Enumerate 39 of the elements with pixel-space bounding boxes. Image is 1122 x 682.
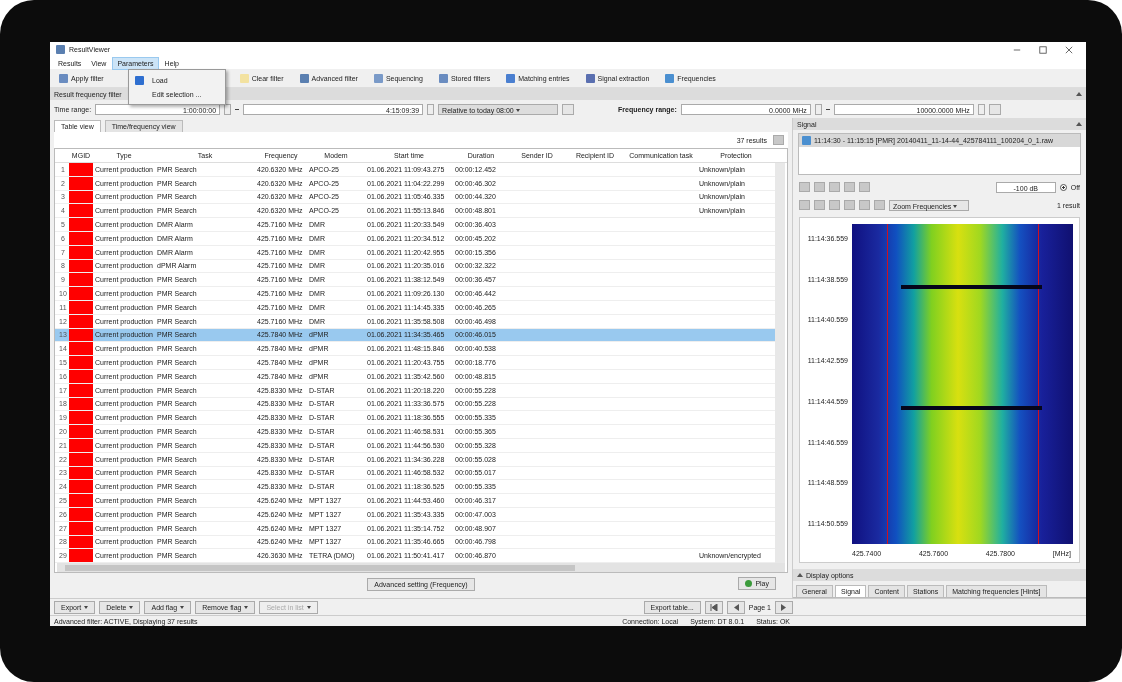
toolbar-icon [299, 73, 309, 83]
options-icon[interactable] [773, 135, 784, 145]
collapse-icon[interactable] [1076, 122, 1082, 126]
app-icon [56, 45, 65, 54]
toolbar-icon [438, 73, 448, 83]
spin-icon[interactable] [814, 103, 822, 115]
next-page-icon[interactable] [775, 600, 793, 614]
collapse-icon[interactable] [1076, 92, 1082, 96]
scrollbar[interactable] [775, 163, 785, 564]
tool-icon[interactable] [799, 200, 810, 210]
toolbar-icon [665, 73, 675, 83]
toolbar-icon [373, 73, 383, 83]
previous-page-icon[interactable] [726, 600, 745, 614]
spin-icon[interactable] [224, 103, 232, 115]
radio-icon[interactable] [1059, 183, 1067, 191]
file-icon [802, 136, 811, 145]
tool-icon[interactable] [859, 200, 870, 210]
toolbar-icon [59, 73, 68, 83]
toolbar-icon [585, 73, 595, 83]
close-icon[interactable] [1065, 45, 1073, 54]
tool-icon[interactable] [844, 182, 855, 192]
tool-icon[interactable] [799, 182, 810, 192]
tool-icon[interactable] [844, 200, 855, 210]
more-button[interactable] [988, 103, 1001, 115]
tool-icon[interactable] [859, 182, 870, 192]
collapse-icon[interactable] [797, 573, 803, 577]
toolbar-icon [506, 73, 516, 83]
spin-icon[interactable] [977, 103, 985, 115]
more-button[interactable] [562, 103, 575, 115]
tool-icon[interactable] [814, 182, 825, 192]
tool-icon[interactable] [829, 200, 840, 210]
tool-icon[interactable] [814, 200, 825, 210]
tool-icon[interactable] [874, 200, 885, 210]
maximize-icon[interactable] [1039, 45, 1047, 54]
first-page-icon[interactable] [704, 600, 723, 614]
tool-icon[interactable] [829, 182, 840, 192]
toolbar-icon [239, 73, 249, 83]
spin-icon[interactable] [427, 103, 435, 115]
scrollbar[interactable] [57, 563, 785, 573]
